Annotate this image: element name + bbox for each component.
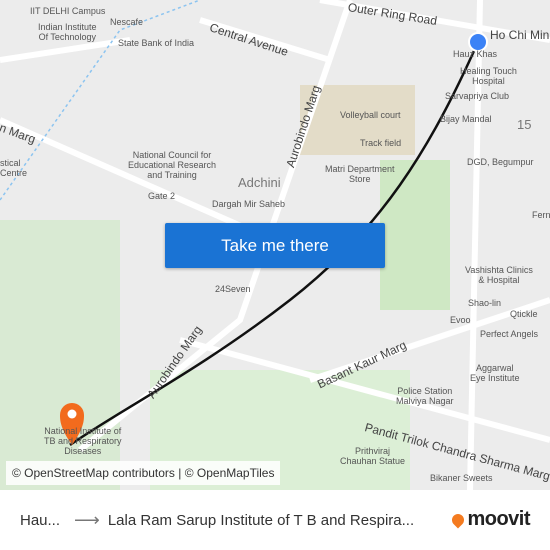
map-label: Volleyball court bbox=[340, 110, 401, 120]
map-label: Evoo bbox=[450, 315, 471, 325]
map-label: Bikaner Sweets bbox=[430, 473, 493, 483]
map-label: Track field bbox=[360, 138, 402, 148]
moovit-logo: moovit bbox=[449, 508, 530, 531]
map-label: Gate 2 bbox=[148, 191, 176, 201]
map-label: Matri Department Store bbox=[325, 164, 395, 184]
map-label: National Institute of TB and Respiratory… bbox=[44, 426, 122, 456]
map-label: Bijay Mandal bbox=[440, 114, 492, 124]
map-label: Hauz Khas bbox=[453, 49, 498, 59]
map-label: Vashishta Clinics & Hospital bbox=[465, 265, 533, 285]
map-label: Fern bbox=[532, 210, 550, 220]
origin-name: Hau... bbox=[20, 511, 61, 529]
map-label: Sarvapriya Club bbox=[445, 91, 510, 101]
map-label: DGD, Begumpur bbox=[467, 157, 534, 167]
road-label: Ho Chi Minh bbox=[490, 28, 550, 42]
brand-name: moovit bbox=[467, 508, 530, 530]
destination-name: Lala Ram Sarup Institute of T B and Resp… bbox=[107, 511, 415, 529]
map-label: stical Centre bbox=[0, 158, 28, 178]
map-attribution[interactable]: © OpenStreetMap contributors | © OpenMap… bbox=[6, 461, 281, 485]
arrow-right-icon: ⟶ bbox=[74, 509, 100, 530]
take-me-there-button[interactable]: Take me there bbox=[165, 223, 385, 268]
map-label: Aggarwal Eye Institute bbox=[470, 363, 520, 383]
route-footer: Hau... ⟶ Lala Ram Sarup Institute of T B… bbox=[0, 490, 550, 550]
map-label: IIT DELHI Campus bbox=[30, 6, 106, 16]
map-label: National Council for Educational Researc… bbox=[128, 150, 217, 180]
map[interactable]: IIT DELHI Campus Nescafe Indian Institut… bbox=[0, 0, 550, 490]
map-label: 15 bbox=[517, 117, 532, 132]
map-label: Perfect Angels bbox=[480, 329, 539, 339]
map-label: Shao-lin bbox=[468, 298, 502, 308]
map-label: 24Seven bbox=[215, 284, 251, 294]
map-label: Dargah Mir Saheb bbox=[212, 199, 286, 209]
map-label: Qtickle bbox=[510, 309, 538, 319]
map-label: Indian Institute Of Technology bbox=[38, 22, 97, 42]
map-label: State Bank of India bbox=[118, 38, 195, 48]
map-label: Prithviraj Chauhan Statue bbox=[340, 446, 406, 466]
moovit-pin-icon bbox=[449, 511, 467, 528]
map-label: Adchini bbox=[238, 175, 281, 190]
map-label: Police Station Malviya Nagar bbox=[396, 386, 454, 406]
map-label: Nescafe bbox=[110, 17, 144, 27]
map-label: Healing Touch Hospital bbox=[460, 66, 517, 86]
